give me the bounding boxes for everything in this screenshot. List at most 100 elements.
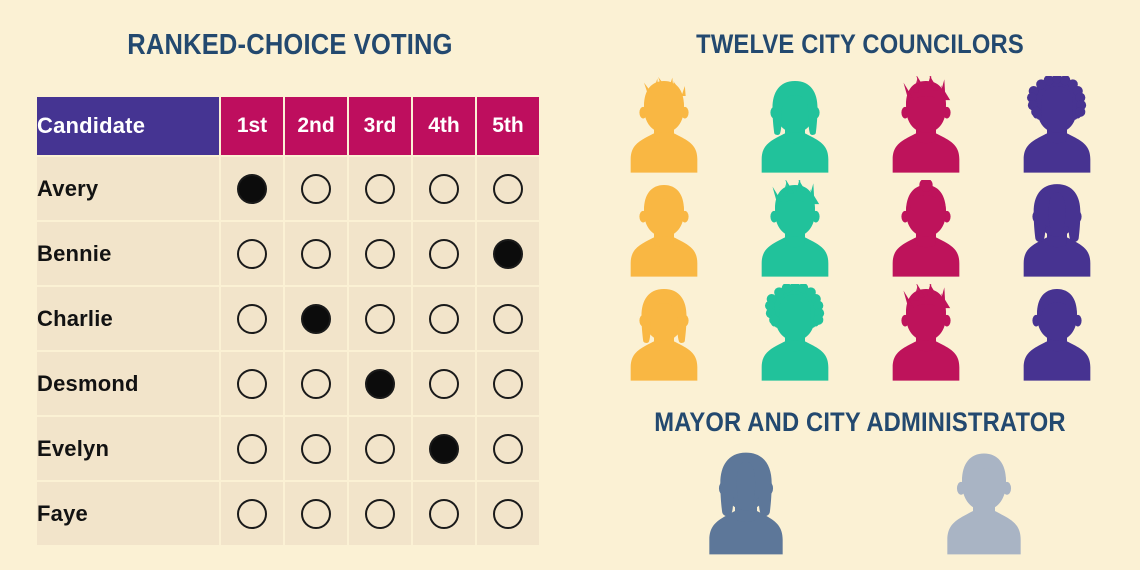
councilor-avatar — [753, 284, 837, 384]
empty-bubble-icon[interactable] — [429, 173, 459, 204]
ranking-cell[interactable] — [221, 417, 283, 480]
empty-bubble-icon[interactable] — [301, 433, 331, 464]
candidate-name-cell: Faye — [37, 482, 219, 545]
candidate-name-cell: Evelyn — [37, 417, 219, 480]
ranked-choice-voting-title: RANKED-CHOICE VOTING — [127, 29, 453, 61]
empty-bubble-icon[interactable] — [365, 303, 395, 334]
mayor-and-city-administrator-title: MAYOR AND CITY ADMINISTRATOR — [654, 407, 1066, 437]
column-header-candidate: Candidate — [37, 97, 219, 155]
leaders-row — [700, 448, 1030, 558]
councilor-avatar — [1015, 180, 1099, 280]
ranking-cell[interactable] — [285, 482, 347, 545]
councilor-avatar — [1015, 284, 1099, 384]
empty-bubble-icon[interactable] — [365, 238, 395, 269]
filled-bubble-icon[interactable] — [493, 238, 523, 269]
city-administrator-avatar — [938, 448, 1030, 558]
empty-bubble-icon[interactable] — [237, 433, 267, 464]
filled-bubble-icon[interactable] — [429, 433, 459, 464]
table-header-row: Candidate 1st 2nd 3rd 4th 5th — [37, 97, 539, 155]
ranking-cell[interactable] — [221, 222, 283, 285]
empty-bubble-icon[interactable] — [237, 368, 267, 399]
ranking-cell[interactable] — [413, 222, 475, 285]
councilor-avatar — [884, 76, 968, 176]
ranking-cell[interactable] — [221, 157, 283, 220]
ranking-cell[interactable] — [349, 287, 411, 350]
column-header-rank-2nd: 2nd — [285, 97, 347, 155]
empty-bubble-icon[interactable] — [237, 303, 267, 334]
empty-bubble-icon[interactable] — [493, 303, 523, 334]
ranking-cell[interactable] — [285, 352, 347, 415]
ranking-cell[interactable] — [285, 287, 347, 350]
ranking-cell[interactable] — [285, 417, 347, 480]
councilor-avatar — [622, 76, 706, 176]
councilor-avatar — [753, 180, 837, 280]
empty-bubble-icon[interactable] — [493, 433, 523, 464]
ranking-cell[interactable] — [477, 287, 539, 350]
column-header-rank-1st: 1st — [221, 97, 283, 155]
table-body: Avery Bennie Charlie Desmond Evelyn Faye — [37, 157, 539, 545]
councilor-grid — [598, 72, 1122, 384]
candidate-name-cell: Charlie — [37, 287, 219, 350]
table-row: Desmond — [37, 352, 539, 415]
ranking-cell[interactable] — [477, 352, 539, 415]
ranking-cell[interactable] — [413, 287, 475, 350]
column-header-rank-4th: 4th — [413, 97, 475, 155]
table-row: Bennie — [37, 222, 539, 285]
empty-bubble-icon[interactable] — [493, 173, 523, 204]
ranking-cell[interactable] — [477, 417, 539, 480]
candidate-name-cell: Bennie — [37, 222, 219, 285]
ranking-cell[interactable] — [285, 222, 347, 285]
column-header-rank-3rd: 3rd — [349, 97, 411, 155]
table-row: Avery — [37, 157, 539, 220]
empty-bubble-icon[interactable] — [365, 433, 395, 464]
councilor-avatar — [884, 284, 968, 384]
empty-bubble-icon[interactable] — [429, 498, 459, 529]
empty-bubble-icon[interactable] — [493, 498, 523, 529]
ranking-cell[interactable] — [349, 417, 411, 480]
councilor-avatar — [622, 180, 706, 280]
councilor-avatar — [1015, 76, 1099, 176]
candidate-name-cell: Desmond — [37, 352, 219, 415]
ranking-cell[interactable] — [221, 287, 283, 350]
ranking-cell[interactable] — [413, 352, 475, 415]
ranked-choice-panel: RANKED-CHOICE VOTING Candidate 1st 2nd 3… — [0, 0, 580, 570]
ranking-cell[interactable] — [349, 157, 411, 220]
column-header-rank-5th: 5th — [477, 97, 539, 155]
empty-bubble-icon[interactable] — [237, 498, 267, 529]
empty-bubble-icon[interactable] — [493, 368, 523, 399]
ranking-cell[interactable] — [477, 157, 539, 220]
officials-panel: TWELVE CITY COUNCILORS MAYOR AND CITY AD… — [580, 0, 1140, 570]
empty-bubble-icon[interactable] — [429, 368, 459, 399]
ranking-cell[interactable] — [349, 222, 411, 285]
empty-bubble-icon[interactable] — [365, 173, 395, 204]
ranking-cell[interactable] — [221, 482, 283, 545]
empty-bubble-icon[interactable] — [237, 238, 267, 269]
empty-bubble-icon[interactable] — [301, 238, 331, 269]
empty-bubble-icon[interactable] — [301, 368, 331, 399]
ranking-cell[interactable] — [413, 157, 475, 220]
councilor-avatar — [884, 180, 968, 280]
filled-bubble-icon[interactable] — [237, 173, 267, 204]
ranking-cell[interactable] — [477, 482, 539, 545]
ranking-cell[interactable] — [349, 352, 411, 415]
ranking-cell[interactable] — [477, 222, 539, 285]
empty-bubble-icon[interactable] — [301, 173, 331, 204]
ranking-cell[interactable] — [413, 482, 475, 545]
empty-bubble-icon[interactable] — [301, 498, 331, 529]
councilor-avatar — [753, 76, 837, 176]
candidate-name-cell: Avery — [37, 157, 219, 220]
mayor-avatar — [700, 448, 792, 558]
ranking-cell[interactable] — [413, 417, 475, 480]
empty-bubble-icon[interactable] — [365, 498, 395, 529]
table-row: Faye — [37, 482, 539, 545]
twelve-city-councilors-title: TWELVE CITY COUNCILORS — [696, 29, 1024, 59]
empty-bubble-icon[interactable] — [429, 303, 459, 334]
councilor-avatar — [622, 284, 706, 384]
filled-bubble-icon[interactable] — [365, 368, 395, 399]
ranking-cell[interactable] — [285, 157, 347, 220]
ranking-cell[interactable] — [221, 352, 283, 415]
table-row: Evelyn — [37, 417, 539, 480]
filled-bubble-icon[interactable] — [301, 303, 331, 334]
ranking-cell[interactable] — [349, 482, 411, 545]
empty-bubble-icon[interactable] — [429, 238, 459, 269]
